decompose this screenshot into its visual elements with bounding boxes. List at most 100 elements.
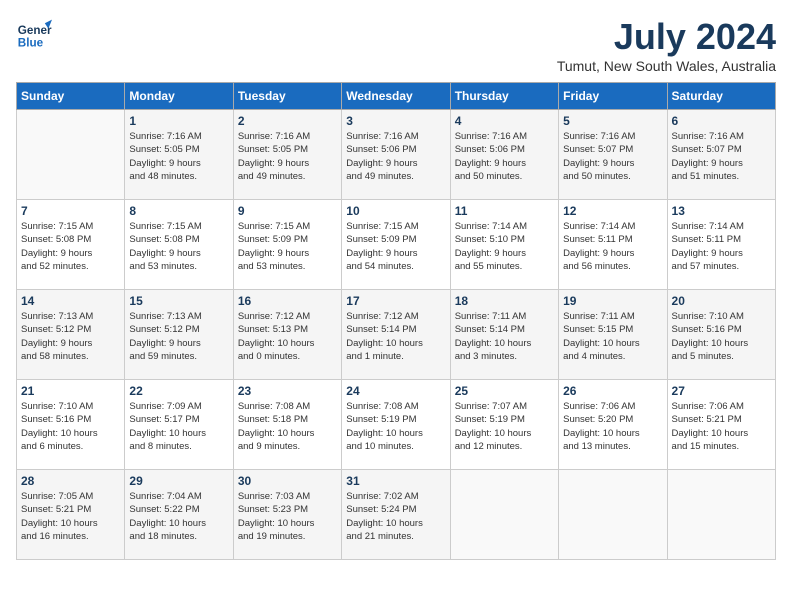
calendar-cell: 19Sunrise: 7:11 AM Sunset: 5:15 PM Dayli… [559,290,667,380]
day-info: Sunrise: 7:02 AM Sunset: 5:24 PM Dayligh… [346,490,445,543]
day-info: Sunrise: 7:15 AM Sunset: 5:08 PM Dayligh… [129,220,228,273]
day-info: Sunrise: 7:12 AM Sunset: 5:13 PM Dayligh… [238,310,337,363]
day-info: Sunrise: 7:15 AM Sunset: 5:08 PM Dayligh… [21,220,120,273]
day-number: 17 [346,294,445,308]
week-row-3: 14Sunrise: 7:13 AM Sunset: 5:12 PM Dayli… [17,290,776,380]
calendar-cell: 20Sunrise: 7:10 AM Sunset: 5:16 PM Dayli… [667,290,775,380]
calendar-table: SundayMondayTuesdayWednesdayThursdayFrid… [16,82,776,560]
calendar-cell: 2 Sunrise: 7:16 AM Sunset: 5:05 PM Daylig… [233,110,341,200]
day-number: 25 [455,384,554,398]
calendar-cell: 17 Sunrise: 7:12 AM Sunset: 5:14 PM Dayli… [342,290,450,380]
day-number: 1 [129,114,228,128]
day-info: Sunrise: 7:07 AM Sunset: 5:19 PM Dayligh… [455,400,554,453]
day-info: Sunrise: 7:16 AM Sunset: 5:06 PM Dayligh… [346,130,445,183]
day-info: Sunrise: 7:13 AM Sunset: 5:12 PM Dayligh… [21,310,120,363]
calendar-cell [17,110,125,200]
calendar-cell: 22 Sunrise: 7:09 AM Sunset: 5:17 PM Dayli… [125,380,233,470]
week-row-1: 1 Sunrise: 7:16 AM Sunset: 5:05 PM Daylig… [17,110,776,200]
header: General Blue July 2024 Tumut, New South … [16,16,776,74]
header-cell-sunday: Sunday [17,83,125,110]
day-number: 11 [455,204,554,218]
day-number: 9 [238,204,337,218]
day-info: Sunrise: 7:16 AM Sunset: 5:05 PM Dayligh… [238,130,337,183]
calendar-cell: 16 Sunrise: 7:12 AM Sunset: 5:13 PM Dayli… [233,290,341,380]
day-number: 10 [346,204,445,218]
calendar-cell: 31 Sunrise: 7:02 AM Sunset: 5:24 PM Dayli… [342,470,450,560]
calendar-cell: 29Sunrise: 7:04 AM Sunset: 5:22 PM Dayli… [125,470,233,560]
day-info: Sunrise: 7:14 AM Sunset: 5:11 PM Dayligh… [563,220,662,273]
week-row-4: 21Sunrise: 7:10 AM Sunset: 5:16 PM Dayli… [17,380,776,470]
calendar-cell: 23 Sunrise: 7:08 AM Sunset: 5:18 PM Dayli… [233,380,341,470]
calendar-cell: 4Sunrise: 7:16 AM Sunset: 5:06 PM Daylig… [450,110,558,200]
calendar-cell [450,470,558,560]
day-number: 18 [455,294,554,308]
calendar-cell: 28 Sunrise: 7:05 AM Sunset: 5:21 PM Dayli… [17,470,125,560]
day-info: Sunrise: 7:08 AM Sunset: 5:19 PM Dayligh… [346,400,445,453]
day-number: 2 [238,114,337,128]
calendar-cell: 27 Sunrise: 7:06 AM Sunset: 5:21 PM Dayli… [667,380,775,470]
day-info: Sunrise: 7:13 AM Sunset: 5:12 PM Dayligh… [129,310,228,363]
calendar-cell [667,470,775,560]
calendar-cell: 5Sunrise: 7:16 AM Sunset: 5:07 PM Daylig… [559,110,667,200]
main-title: July 2024 [557,16,776,58]
calendar-cell: 21Sunrise: 7:10 AM Sunset: 5:16 PM Dayli… [17,380,125,470]
header-cell-saturday: Saturday [667,83,775,110]
day-number: 31 [346,474,445,488]
day-number: 26 [563,384,662,398]
calendar-cell: 15Sunrise: 7:13 AM Sunset: 5:12 PM Dayli… [125,290,233,380]
calendar-header: SundayMondayTuesdayWednesdayThursdayFrid… [17,83,776,110]
calendar-cell: 9 Sunrise: 7:15 AM Sunset: 5:09 PM Daylig… [233,200,341,290]
day-number: 6 [672,114,771,128]
day-number: 28 [21,474,120,488]
day-number: 22 [129,384,228,398]
day-info: Sunrise: 7:08 AM Sunset: 5:18 PM Dayligh… [238,400,337,453]
day-number: 27 [672,384,771,398]
day-number: 29 [129,474,228,488]
calendar-cell: 18 Sunrise: 7:11 AM Sunset: 5:14 PM Dayli… [450,290,558,380]
day-info: Sunrise: 7:11 AM Sunset: 5:14 PM Dayligh… [455,310,554,363]
calendar-cell: 8 Sunrise: 7:15 AM Sunset: 5:08 PM Daylig… [125,200,233,290]
calendar-cell: 30Sunrise: 7:03 AM Sunset: 5:23 PM Dayli… [233,470,341,560]
header-cell-thursday: Thursday [450,83,558,110]
calendar-cell: 14Sunrise: 7:13 AM Sunset: 5:12 PM Dayli… [17,290,125,380]
day-number: 13 [672,204,771,218]
subtitle: Tumut, New South Wales, Australia [557,58,776,74]
day-number: 20 [672,294,771,308]
header-cell-friday: Friday [559,83,667,110]
calendar-body: 1 Sunrise: 7:16 AM Sunset: 5:05 PM Daylig… [17,110,776,560]
calendar-cell: 6 Sunrise: 7:16 AM Sunset: 5:07 PM Daylig… [667,110,775,200]
calendar-cell: 12 Sunrise: 7:14 AM Sunset: 5:11 PM Dayli… [559,200,667,290]
day-info: Sunrise: 7:16 AM Sunset: 5:07 PM Dayligh… [672,130,771,183]
day-info: Sunrise: 7:03 AM Sunset: 5:23 PM Dayligh… [238,490,337,543]
calendar-cell: 7 Sunrise: 7:15 AM Sunset: 5:08 PM Daylig… [17,200,125,290]
week-row-2: 7 Sunrise: 7:15 AM Sunset: 5:08 PM Daylig… [17,200,776,290]
day-number: 24 [346,384,445,398]
day-info: Sunrise: 7:06 AM Sunset: 5:21 PM Dayligh… [672,400,771,453]
svg-text:Blue: Blue [18,37,44,50]
day-number: 19 [563,294,662,308]
calendar-cell [559,470,667,560]
day-number: 21 [21,384,120,398]
day-number: 16 [238,294,337,308]
calendar-cell: 26 Sunrise: 7:06 AM Sunset: 5:20 PM Dayli… [559,380,667,470]
calendar-cell: 10Sunrise: 7:15 AM Sunset: 5:09 PM Dayli… [342,200,450,290]
calendar-cell: 1 Sunrise: 7:16 AM Sunset: 5:05 PM Daylig… [125,110,233,200]
day-info: Sunrise: 7:15 AM Sunset: 5:09 PM Dayligh… [238,220,337,273]
header-cell-tuesday: Tuesday [233,83,341,110]
day-number: 8 [129,204,228,218]
day-number: 23 [238,384,337,398]
day-info: Sunrise: 7:14 AM Sunset: 5:10 PM Dayligh… [455,220,554,273]
day-number: 7 [21,204,120,218]
day-info: Sunrise: 7:14 AM Sunset: 5:11 PM Dayligh… [672,220,771,273]
day-info: Sunrise: 7:06 AM Sunset: 5:20 PM Dayligh… [563,400,662,453]
day-number: 12 [563,204,662,218]
logo-icon: General Blue [16,16,52,52]
day-info: Sunrise: 7:16 AM Sunset: 5:05 PM Dayligh… [129,130,228,183]
calendar-cell: 3 Sunrise: 7:16 AM Sunset: 5:06 PM Daylig… [342,110,450,200]
day-info: Sunrise: 7:09 AM Sunset: 5:17 PM Dayligh… [129,400,228,453]
day-number: 4 [455,114,554,128]
calendar-cell: 11 Sunrise: 7:14 AM Sunset: 5:10 PM Dayli… [450,200,558,290]
day-info: Sunrise: 7:12 AM Sunset: 5:14 PM Dayligh… [346,310,445,363]
day-info: Sunrise: 7:05 AM Sunset: 5:21 PM Dayligh… [21,490,120,543]
day-number: 3 [346,114,445,128]
